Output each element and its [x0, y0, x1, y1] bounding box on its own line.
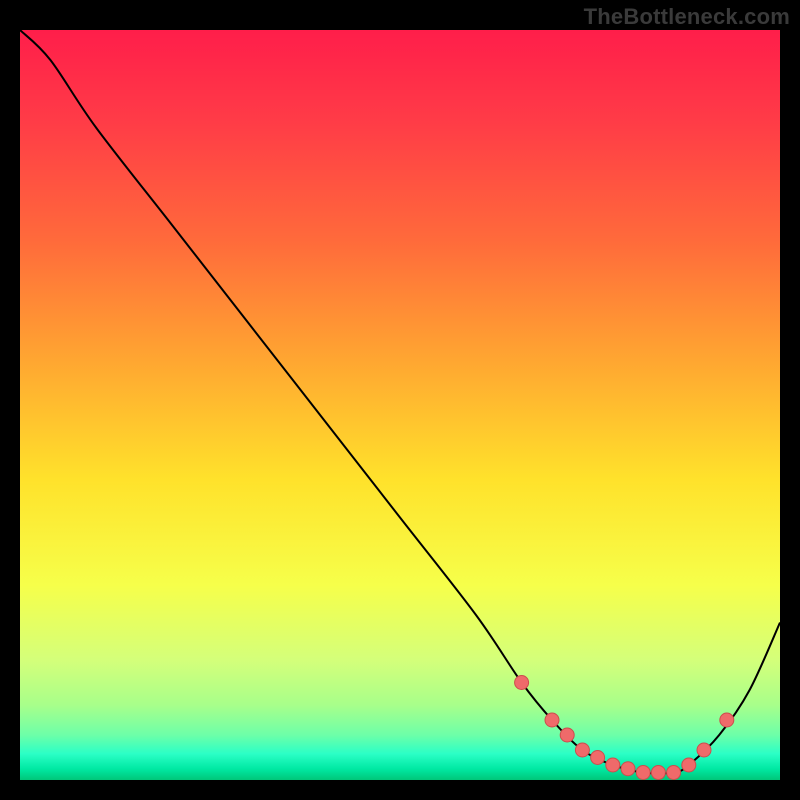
highlight-point: [667, 766, 681, 780]
gradient-background: [20, 30, 780, 780]
highlight-point: [560, 728, 574, 742]
highlight-point: [682, 758, 696, 772]
highlight-point: [651, 766, 665, 780]
highlight-point: [636, 766, 650, 780]
highlight-point: [621, 762, 635, 776]
highlight-point: [575, 743, 589, 757]
bottleneck-curve-chart: [20, 30, 780, 780]
highlight-point: [606, 758, 620, 772]
chart-container: TheBottleneck.com: [0, 0, 800, 800]
plot-area: [20, 30, 780, 780]
highlight-point: [591, 751, 605, 765]
highlight-point: [545, 713, 559, 727]
watermark-text: TheBottleneck.com: [584, 4, 790, 30]
highlight-point: [720, 713, 734, 727]
highlight-point: [697, 743, 711, 757]
highlight-point: [515, 676, 529, 690]
